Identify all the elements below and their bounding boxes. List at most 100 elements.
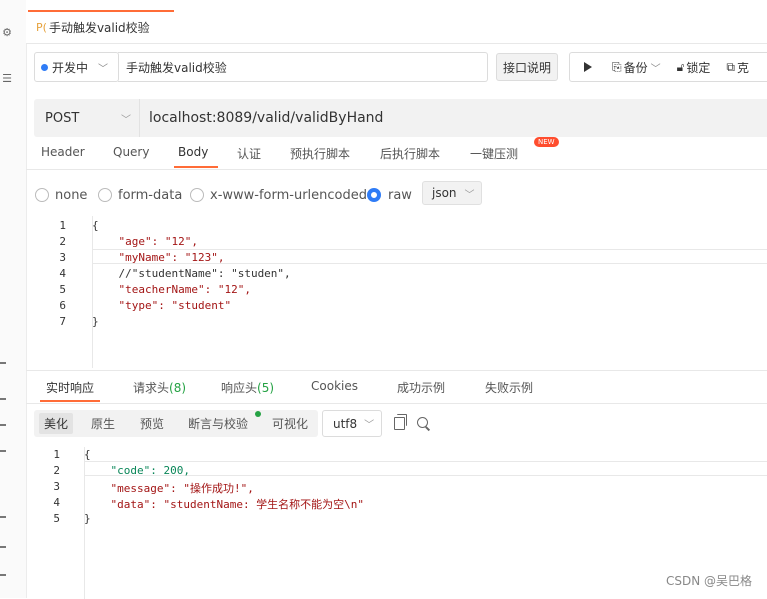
tab-pre-script[interactable]: 预执行脚本 <box>290 145 350 162</box>
radio-raw-label: raw <box>388 188 412 203</box>
backup-icon: ⎘ <box>612 59 622 74</box>
line-number: 2 <box>53 464 60 477</box>
lock-icon: 🔓︎ <box>676 59 685 74</box>
response-body-viewer[interactable]: 1 2 3 4 5 { "code": 200, "message": "操作成… <box>26 447 767 599</box>
code-line: "age": "12", <box>92 235 198 248</box>
line-number: 7 <box>59 315 66 328</box>
body-type-options: none form-data x-www-form-urlencoded raw… <box>26 180 767 210</box>
response-headers-count: (5) <box>257 381 275 395</box>
status-label: 开发中 <box>52 60 89 75</box>
active-tab-underline <box>174 166 218 168</box>
code-line: "code": 200, <box>84 464 190 477</box>
tab-request-headers[interactable]: 请求头(8) <box>133 379 186 396</box>
copy-icon[interactable] <box>394 414 407 430</box>
line-number: 4 <box>53 496 60 509</box>
tab-header[interactable]: Header <box>41 145 85 159</box>
line-number: 2 <box>59 235 66 248</box>
view-pretty[interactable]: 美化 <box>39 413 74 434</box>
tab-auth[interactable]: 认证 <box>237 145 261 162</box>
line-number: 5 <box>59 283 66 296</box>
status-dot-icon <box>41 63 48 71</box>
tab-title: 手动触发valid校验 <box>48 21 150 35</box>
new-badge: NEW <box>534 137 559 147</box>
line-gutter: 1 2 3 4 5 6 7 <box>26 216 93 368</box>
menu-icon[interactable]: ☰ <box>0 72 14 85</box>
code-line: } <box>92 315 99 328</box>
request-tabs: Header Query Body 认证 预执行脚本 后执行脚本 一键压测 NE… <box>26 137 767 170</box>
url-input[interactable]: localhost:8089/valid/validByHand <box>149 99 383 137</box>
view-visualize[interactable]: 可视化 <box>272 415 308 432</box>
radio-none[interactable] <box>35 188 49 202</box>
request-name-input[interactable]: 手动触发valid校验 <box>118 52 488 82</box>
clone-icon: ⧉ <box>726 59 735 74</box>
divider-mark <box>0 398 6 400</box>
code-line: { <box>92 219 99 232</box>
assert-status-dot <box>255 411 261 417</box>
backup-label: 备份 <box>623 60 648 75</box>
search-icon[interactable] <box>417 417 428 428</box>
tab-body[interactable]: Body <box>178 145 208 159</box>
radio-form-data-label: form-data <box>118 188 183 203</box>
view-preview[interactable]: 预览 <box>140 415 164 432</box>
method-label: POST <box>45 110 80 126</box>
divider-mark <box>0 450 6 452</box>
tab-query[interactable]: Query <box>113 145 149 159</box>
line-number: 3 <box>53 480 60 493</box>
play-icon[interactable] <box>584 62 592 72</box>
radio-urlencoded-label: x-www-form-urlencoded <box>210 188 368 203</box>
tab-method-badge: P( <box>36 21 47 34</box>
divider-mark <box>0 546 6 548</box>
tab-load-test[interactable]: 一键压测 <box>470 145 518 162</box>
method-select[interactable]: POST ﹀ <box>34 99 140 137</box>
clone-label: 克 <box>737 60 750 75</box>
line-number: 3 <box>59 251 66 264</box>
encoding-label: utf8 <box>333 416 358 431</box>
radio-none-label: none <box>55 188 88 203</box>
radio-form-data[interactable] <box>98 188 112 202</box>
encoding-select[interactable]: utf8 ﹀ <box>322 410 382 437</box>
radio-urlencoded[interactable] <box>190 188 204 202</box>
request-body-editor[interactable]: 1 2 3 4 5 6 7 { "age": "12", "myName": "… <box>26 216 767 368</box>
divider-mark <box>0 362 6 364</box>
chevron-down-icon: ﹀ <box>121 114 131 126</box>
line-number: 4 <box>59 267 66 280</box>
request-meta-row: 开发中 ﹀ 手动触发valid校验 接口说明 ⎘ 备份 ﹀ 🔓︎ 锁定 ⧉ 克 <box>26 52 767 84</box>
line-number: 5 <box>53 512 60 525</box>
tab-bar: P( 手动触发valid校验 <box>26 0 767 44</box>
code-line: "teacherName": "12", <box>92 283 251 296</box>
request-tab[interactable]: P( 手动触发valid校验 <box>28 10 174 43</box>
tab-cookies[interactable]: Cookies <box>311 379 358 393</box>
line-number: 1 <box>53 448 60 461</box>
lock-button[interactable]: 🔓︎ 锁定 <box>669 59 719 76</box>
tab-request-headers-label: 请求头 <box>133 381 170 395</box>
code-line: "data": "studentName: 学生名称不能为空\n" <box>84 498 365 511</box>
line-number: 1 <box>59 219 66 232</box>
tab-post-script[interactable]: 后执行脚本 <box>380 145 440 162</box>
divider-mark <box>0 516 6 518</box>
url-bar: POST ﹀ localhost:8089/valid/validByHand <box>34 99 767 137</box>
line-number: 6 <box>59 299 66 312</box>
tab-success-example[interactable]: 成功示例 <box>397 379 445 396</box>
radio-raw[interactable] <box>367 188 381 202</box>
tab-realtime-response[interactable]: 实时响应 <box>46 379 94 396</box>
tab-response-headers[interactable]: 响应头(5) <box>221 379 274 396</box>
chevron-down-icon: ﹀ <box>650 63 661 75</box>
raw-format-label: json <box>432 186 457 200</box>
view-assert[interactable]: 断言与校验 <box>188 415 248 432</box>
status-select[interactable]: 开发中 ﹀ <box>34 52 119 82</box>
response-tabs: 实时响应 请求头(8) 响应头(5) Cookies 成功示例 失败示例 <box>26 371 767 404</box>
action-group: ⎘ 备份 ﹀ 🔓︎ 锁定 ⧉ 克 <box>569 52 767 82</box>
chevron-down-icon: ﹀ <box>464 189 475 201</box>
backup-button[interactable]: ⎘ 备份 ﹀ <box>604 59 669 76</box>
line-gutter: 1 2 3 4 5 <box>26 447 85 599</box>
code-line: { <box>84 448 91 461</box>
raw-format-select[interactable]: json ﹀ <box>422 181 482 205</box>
code-line: "type": "student" <box>92 299 232 312</box>
tab-fail-example[interactable]: 失败示例 <box>485 379 533 396</box>
api-doc-button[interactable]: 接口说明 <box>496 53 558 81</box>
clone-button[interactable]: ⧉ 克 <box>718 59 757 76</box>
settings-icon[interactable]: ⚙ <box>0 26 14 39</box>
view-raw[interactable]: 原生 <box>91 415 115 432</box>
tab-response-headers-label: 响应头 <box>221 381 258 395</box>
code-line: "myName": "123", <box>92 251 225 264</box>
